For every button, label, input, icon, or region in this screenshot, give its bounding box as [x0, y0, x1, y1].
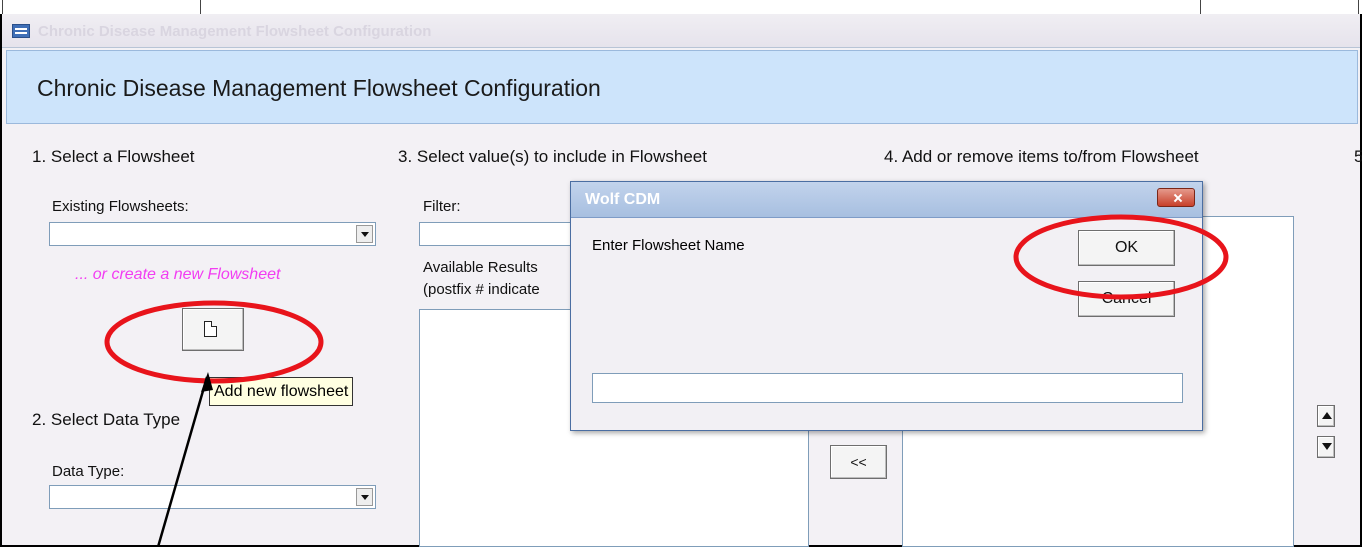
- close-icon: [1158, 189, 1194, 206]
- top-edge: [0, 0, 1362, 14]
- dialog-title: Wolf CDM: [585, 191, 661, 208]
- dialog-prompt: Enter Flowsheet Name: [592, 237, 745, 254]
- postfix-note: (postfix # indicate: [423, 281, 540, 298]
- arrow-up-icon: [1322, 412, 1332, 419]
- remove-items-button[interactable]: <<: [830, 445, 887, 479]
- edge-tick: [1200, 0, 1201, 14]
- cancel-button[interactable]: Cancel: [1078, 281, 1175, 317]
- chevron-down-icon[interactable]: [356, 225, 373, 243]
- section5-heading-fragment: 5: [1354, 147, 1362, 166]
- edge-tick: [1358, 0, 1359, 14]
- move-down-button[interactable]: [1317, 436, 1335, 458]
- form-icon: [12, 24, 30, 38]
- window-title: Chronic Disease Management Flowsheet Con…: [38, 23, 432, 40]
- flowsheet-name-input[interactable]: [592, 373, 1183, 403]
- edge-tick: [2, 0, 3, 14]
- existing-flowsheets-label: Existing Flowsheets:: [52, 198, 189, 215]
- section3-heading: 3. Select value(s) to include in Flowshe…: [398, 147, 707, 166]
- window-titlebar: Chronic Disease Management Flowsheet Con…: [2, 14, 1360, 48]
- form-header: Chronic Disease Management Flowsheet Con…: [6, 50, 1358, 124]
- chevron-down-icon[interactable]: [356, 488, 373, 506]
- move-up-button[interactable]: [1317, 405, 1335, 427]
- section4-heading: 4. Add or remove items to/from Flowsheet: [884, 147, 1199, 166]
- form-title: Chronic Disease Management Flowsheet Con…: [37, 75, 601, 101]
- existing-flowsheets-combo[interactable]: [49, 222, 376, 246]
- section1-heading: 1. Select a Flowsheet: [32, 147, 195, 166]
- section2-heading: 2. Select Data Type: [32, 410, 181, 429]
- add-new-flowsheet-button[interactable]: [182, 308, 244, 351]
- add-flowsheet-tooltip: Add new flowsheet: [209, 377, 354, 406]
- data-type-combo[interactable]: [49, 485, 376, 509]
- data-type-label: Data Type:: [52, 463, 125, 480]
- filter-label: Filter:: [423, 198, 461, 215]
- arrow-down-icon: [1322, 443, 1332, 450]
- ok-button[interactable]: OK: [1078, 230, 1175, 266]
- dialog-titlebar: Wolf CDM: [571, 182, 1202, 218]
- filter-input[interactable]: [419, 222, 579, 246]
- new-document-icon: [204, 321, 217, 337]
- enter-flowsheet-name-dialog: Wolf CDM Enter Flowsheet Name OK Cancel: [570, 181, 1203, 431]
- available-results-label: Available Results: [423, 259, 538, 276]
- dialog-close-button[interactable]: [1157, 188, 1195, 207]
- create-new-flowsheet-text: ... or create a new Flowsheet: [75, 266, 281, 283]
- edge-tick: [200, 0, 201, 14]
